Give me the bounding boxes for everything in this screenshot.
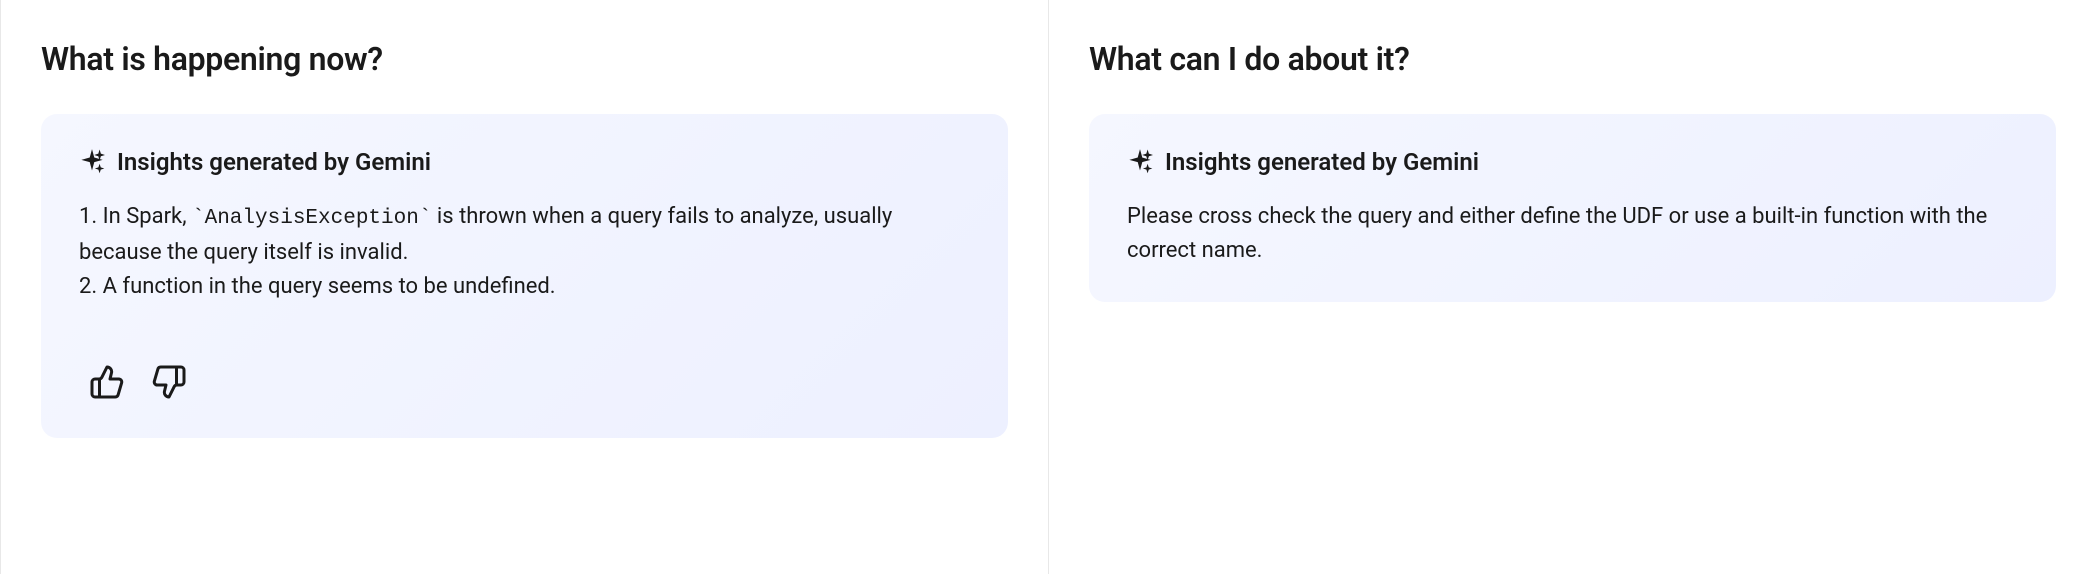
insights-container: What is happening now? Insights generate…: [0, 0, 2096, 574]
thumbs-down-icon: [151, 364, 187, 403]
feedback-row: [79, 364, 970, 404]
panel-happening-now: What is happening now? Insights generate…: [0, 0, 1048, 574]
insight-card-happening: Insights generated by Gemini 1. In Spark…: [41, 114, 1008, 438]
insight-line-1: 1. In Spark, `AnalysisException` is thro…: [79, 200, 970, 270]
panel-what-to-do: What can I do about it? Insights generat…: [1048, 0, 2096, 574]
heading-happening-now: What is happening now?: [41, 40, 1008, 78]
insight-header: Insights generated by Gemini: [79, 148, 970, 176]
insight-body: Please cross check the query and either …: [1127, 200, 2018, 268]
insight-card-action: Insights generated by Gemini Please cros…: [1089, 114, 2056, 302]
insight-line-2: 2. A function in the query seems to be u…: [79, 270, 970, 304]
heading-what-to-do: What can I do about it?: [1089, 40, 2056, 78]
thumbs-down-button[interactable]: [149, 364, 189, 404]
thumbs-up-button[interactable]: [87, 364, 127, 404]
insight-title: Insights generated by Gemini: [117, 148, 431, 176]
sparkle-icon: [1127, 149, 1153, 175]
code-token: `AnalysisException`: [192, 207, 431, 230]
insight-title: Insights generated by Gemini: [1165, 148, 1479, 176]
insight-body: 1. In Spark, `AnalysisException` is thro…: [79, 200, 970, 304]
insight-header: Insights generated by Gemini: [1127, 148, 2018, 176]
sparkle-icon: [79, 149, 105, 175]
thumbs-up-icon: [89, 364, 125, 403]
